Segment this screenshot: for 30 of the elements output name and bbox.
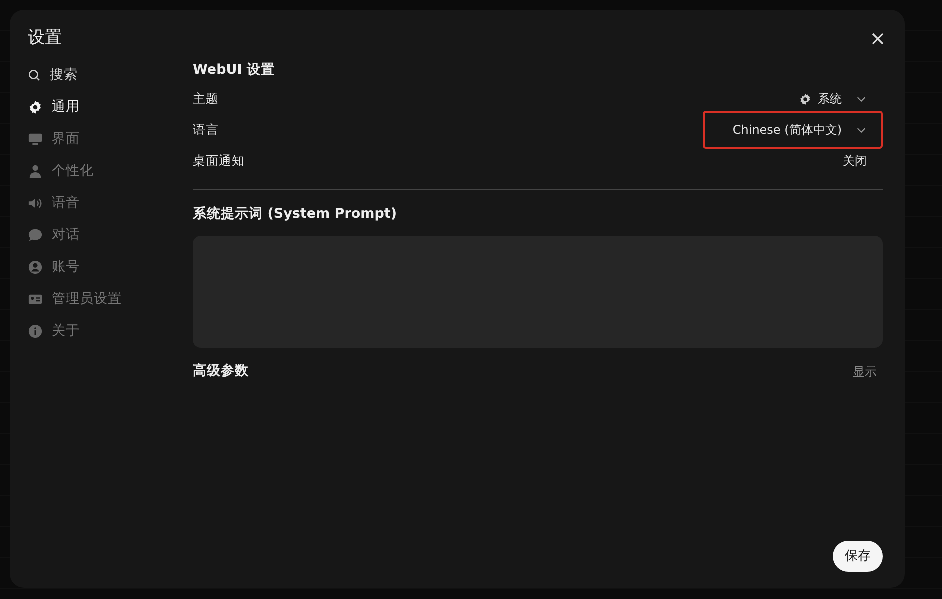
search-field[interactable]: 搜索 (50, 65, 150, 86)
close-icon (871, 32, 885, 46)
sidebar-item[interactable]: 个性化 (28, 156, 193, 188)
save-button[interactable]: 保存 (833, 540, 883, 572)
dialog-title: 设置 (28, 27, 62, 50)
sidebar-item[interactable]: 语音 (28, 188, 193, 220)
setting-label: 语言 (193, 120, 219, 139)
gear-icon (799, 92, 812, 106)
section-heading: 高级参数 (193, 362, 249, 382)
info-icon (28, 324, 43, 339)
section-heading: 系统提示词 (System Prompt) (193, 204, 398, 224)
setting-label: 主题 (193, 90, 219, 108)
dropdown-select[interactable]: Chinese (简体中文) (702, 111, 883, 150)
sidebar-item[interactable]: 账号 (28, 252, 193, 284)
person-icon (28, 164, 43, 179)
gear-icon (28, 100, 43, 115)
sidebar-item[interactable]: 界面 (28, 124, 193, 156)
section-heading: WebUI 设置 (193, 60, 276, 80)
setting-label: 桌面通知 (193, 152, 245, 170)
sidebar-item[interactable]: 管理员设置 (28, 284, 193, 316)
sidebar-item[interactable]: 对话 (28, 220, 193, 252)
search-icon (28, 69, 41, 82)
show-toggle[interactable]: 显示 (847, 362, 883, 380)
monitor-icon (28, 132, 43, 147)
sidebar-item[interactable]: 通用 (28, 92, 193, 124)
speaker-icon (28, 196, 43, 211)
sidebar-item[interactable]: 关于 (28, 316, 193, 348)
chat-bubble-icon (28, 228, 43, 243)
account-icon (28, 260, 43, 275)
id-card-icon (28, 292, 43, 307)
